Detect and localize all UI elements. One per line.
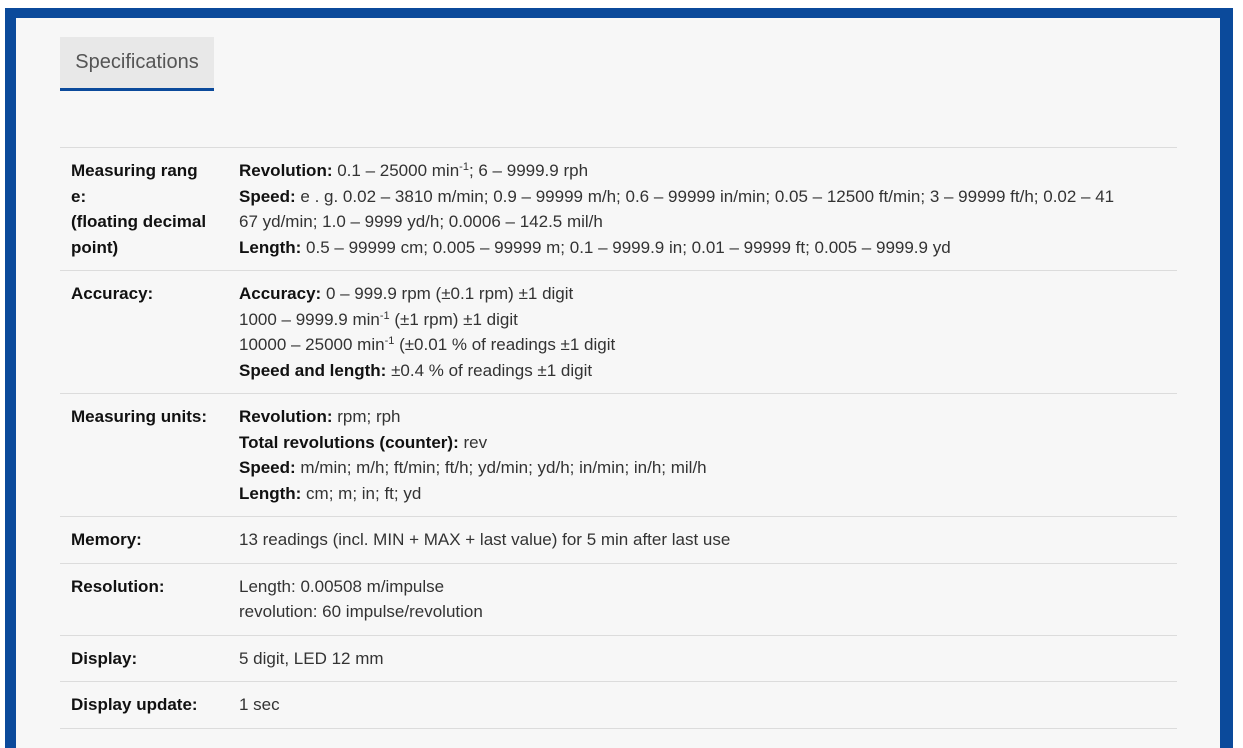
value-text: 0.5 – 99999 cm; 0.005 – 99999 m; 0.1 – 9… <box>301 237 951 257</box>
label-line: point) <box>71 237 119 257</box>
row-value: 5 digit, LED 12 mm <box>239 648 384 668</box>
value-key: Revolution: <box>239 161 333 180</box>
value-key: Total revolutions (counter): <box>239 432 459 452</box>
table-row-units: Measuring units: Revolution: rpm; rph To… <box>60 393 1177 517</box>
row-value: Revolution: rpm; rph Total revolutions (… <box>239 394 1177 517</box>
row-value: Accuracy: 0 – 999.9 rpm (±0.1 rpm) ±1 di… <box>239 271 1177 394</box>
value-text: ; 6 – 9999.9 rph <box>468 161 589 180</box>
tab-label: Specifications <box>75 51 199 73</box>
value-text: rpm; rph <box>332 407 401 426</box>
value-text: (±1 rpm) ±1 digit <box>389 309 518 329</box>
value-key: Speed and length: <box>239 360 387 380</box>
label-line: Measuring rang <box>71 161 198 180</box>
value-text: ±0.4 % of readings ±1 digit <box>386 360 593 380</box>
value-text: cm; m; in; ft; yd <box>301 483 422 503</box>
row-label: Display update: <box>71 695 198 714</box>
value-key: Speed: <box>239 186 296 206</box>
superscript: -1 <box>379 309 390 322</box>
value-key: Accuracy: <box>239 284 322 303</box>
table-row-memory: Memory: 13 readings (incl. MIN + MAX + l… <box>60 516 1177 564</box>
row-value: 13 readings (incl. MIN + MAX + last valu… <box>239 530 731 549</box>
row-label: Resolution: <box>71 576 165 596</box>
row-label: Measuring units: <box>71 407 208 426</box>
table-row-resolution: Resolution: Length: 0.00508 m/impulse re… <box>60 563 1177 635</box>
value-text: m/min; m/h; ft/min; ft/h; yd/min; yd/h; … <box>295 458 707 477</box>
value-text: revolution: 60 impulse/revolution <box>239 602 483 621</box>
row-label: Memory: <box>71 530 142 549</box>
value-text: 1000 – 9999.9 min <box>239 309 380 329</box>
value-text: 67 yd/min; 1.0 – 9999 yd/h; 0.0006 – 142… <box>239 212 603 231</box>
table-row-display-update: Display update: 1 sec <box>60 681 1177 728</box>
value-text: Length: 0.00508 m/impulse <box>239 576 445 596</box>
value-text: rev <box>458 432 488 452</box>
value-text: 10000 – 25000 min <box>239 335 385 354</box>
table-row-display: Display: 5 digit, LED 12 mm <box>60 635 1177 682</box>
value-text: 0.1 – 25000 min <box>332 161 460 180</box>
row-value: 1 sec <box>239 695 280 714</box>
row-label: Display: <box>71 648 138 668</box>
row-label: Accuracy: <box>71 284 154 303</box>
table-row-measuring-range: Measuring rang e: (floating decimal poin… <box>60 147 1177 271</box>
value-key: Length: <box>239 237 302 257</box>
row-label: Measuring rang e: (floating decimal poin… <box>60 148 239 271</box>
value-text: e . g. 0.02 – 3810 m/min; 0.9 – 99999 m/… <box>295 186 1115 206</box>
tab-specifications[interactable]: Specifications <box>60 37 214 91</box>
label-line: (floating decimal <box>71 212 207 231</box>
row-value: Length: 0.00508 m/impulse revolution: 60… <box>239 563 1177 635</box>
superscript: -1 <box>459 161 469 173</box>
value-key: Length: <box>239 483 302 503</box>
row-value: Revolution: 0.1 – 25000 min-1; 6 – 9999.… <box>239 148 1177 271</box>
value-key: Speed: <box>239 458 296 477</box>
table-row-accuracy: Accuracy: Accuracy: 0 – 999.9 rpm (±0.1 … <box>60 270 1177 394</box>
specifications-table: Measuring rang e: (floating decimal poin… <box>60 147 1177 729</box>
value-text: (±0.01 % of readings ±1 digit <box>394 335 616 354</box>
value-text: 0 – 999.9 rpm (±0.1 rpm) ±1 digit <box>321 284 574 303</box>
superscript: -1 <box>384 335 395 347</box>
label-line: e: <box>71 186 87 206</box>
value-key: Revolution: <box>239 407 333 426</box>
